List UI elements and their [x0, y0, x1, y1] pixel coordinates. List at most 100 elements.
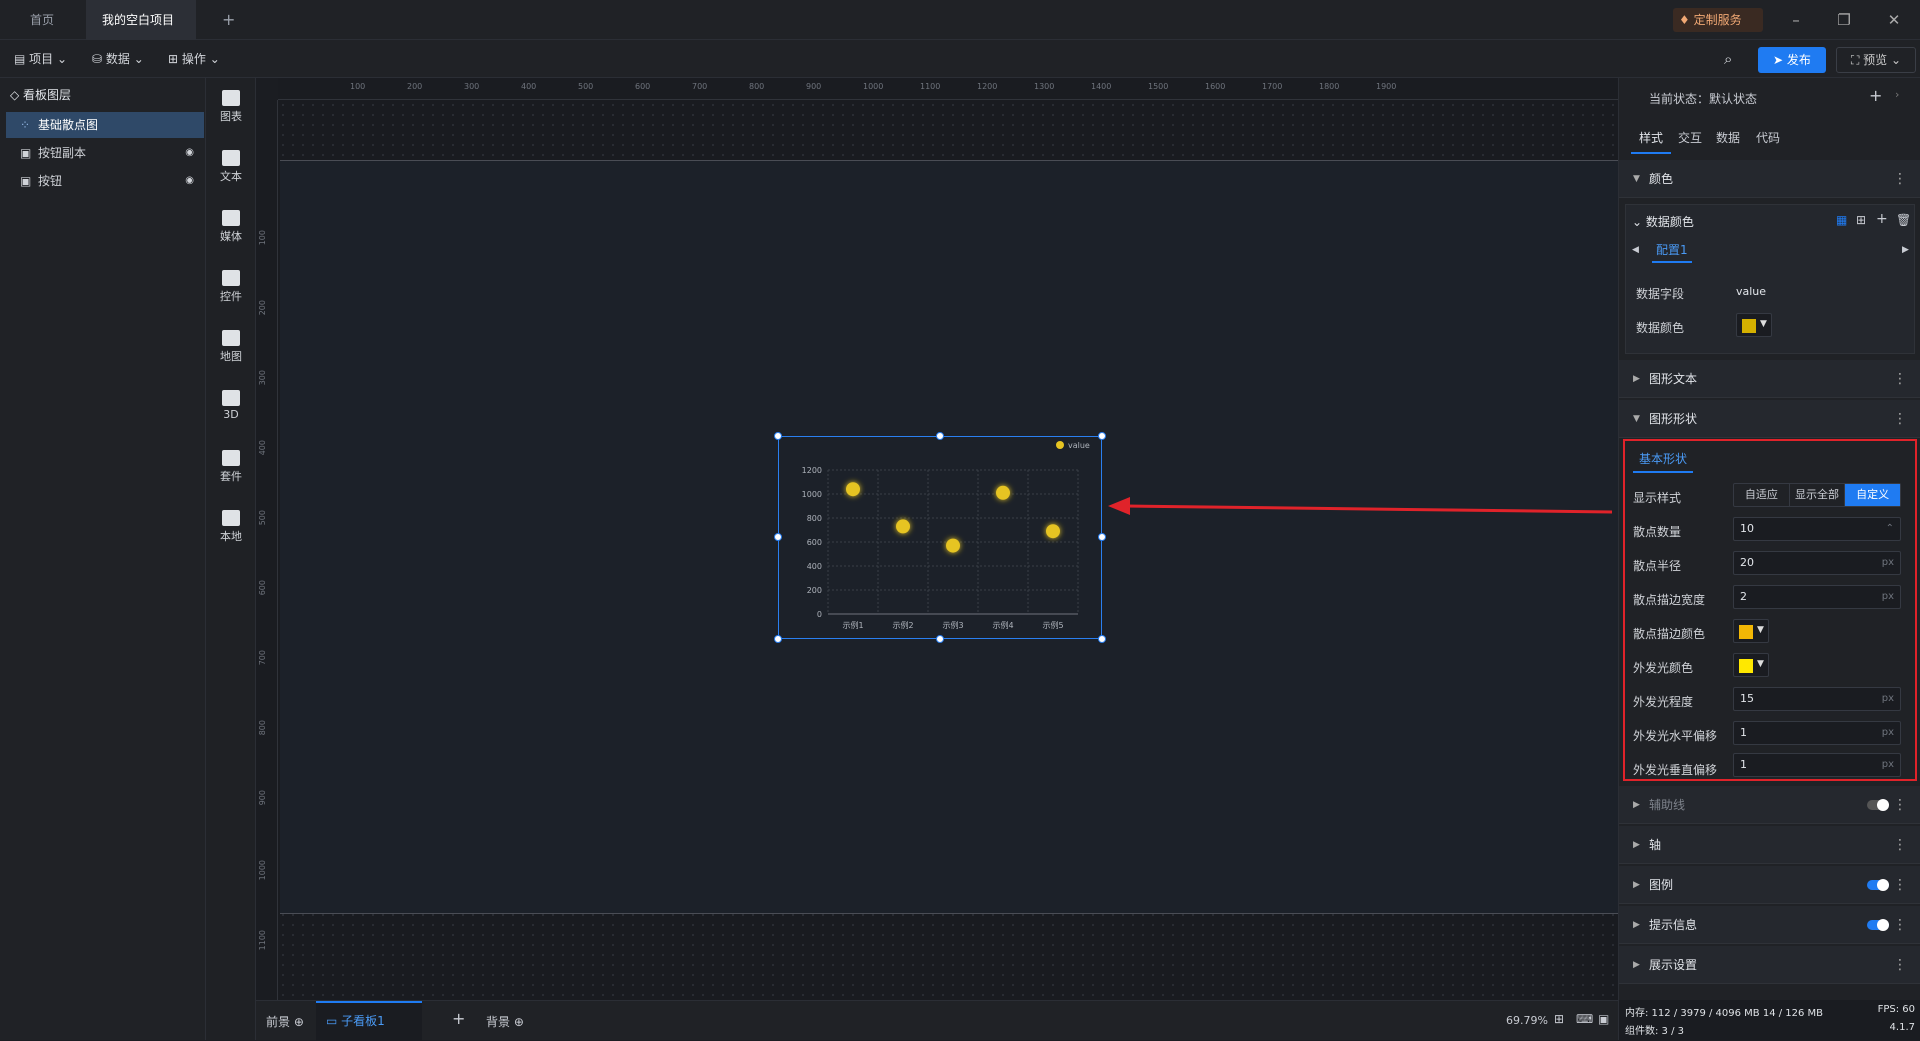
sub-board-tab[interactable]: ▭ 子看板1: [316, 1001, 422, 1041]
layer-item[interactable]: ⁘ 基础散点图: [6, 112, 204, 138]
text-component-button[interactable]: 文本: [206, 150, 256, 184]
section-auxline[interactable]: ▶ 辅助线 ⋮: [1619, 786, 1920, 824]
media-component-button[interactable]: 媒体: [206, 210, 256, 244]
minimize-icon[interactable]: –: [1786, 10, 1806, 30]
section-tooltip[interactable]: ▶ 提示信息 ⋮: [1619, 906, 1920, 944]
tab-code[interactable]: 代码: [1751, 124, 1785, 154]
add-circle-icon[interactable]: ⊕: [514, 1015, 524, 1029]
glow-color-swatch[interactable]: ▼: [1733, 653, 1769, 677]
resize-handle[interactable]: [936, 635, 944, 643]
custom-service-button[interactable]: ♦ 定制服务: [1673, 8, 1763, 32]
tab-home[interactable]: 首页: [14, 0, 70, 40]
legend-toggle[interactable]: [1867, 879, 1889, 891]
new-tab-plus-icon[interactable]: +: [206, 0, 251, 40]
auxline-toggle[interactable]: [1867, 799, 1889, 811]
restore-icon[interactable]: ❐: [1834, 10, 1854, 30]
add-circle-icon[interactable]: ⊕: [294, 1015, 304, 1029]
keyboard-icon[interactable]: ⌨: [1576, 1012, 1593, 1026]
count-value: 10: [1740, 522, 1754, 535]
chevron-right-icon[interactable]: ›: [1895, 88, 1899, 101]
tab-style[interactable]: 样式: [1631, 124, 1671, 154]
option-custom[interactable]: 自定义: [1845, 484, 1901, 506]
data-color-header[interactable]: ⌄ 数据颜色: [1632, 213, 1694, 230]
section-display[interactable]: ▶ 展示设置 ⋮: [1619, 946, 1920, 984]
menu-operate[interactable]: ⊞ 操作 ⌄: [168, 49, 220, 69]
section-title: 展示设置: [1649, 958, 1698, 972]
option-show-all[interactable]: 显示全部: [1790, 484, 1846, 506]
section-shape-text[interactable]: ▶ 图形文本 ⋮: [1619, 360, 1920, 398]
basic-shape-tab[interactable]: 基本形状: [1633, 449, 1694, 473]
more-icon[interactable]: ⋮: [1893, 906, 1907, 944]
hidden-eye-icon[interactable]: ◉: [185, 168, 194, 194]
tooltip-toggle[interactable]: [1867, 919, 1889, 931]
more-icon[interactable]: ⋮: [1893, 160, 1907, 198]
3d-component-button[interactable]: 3D: [206, 390, 256, 421]
data-color-swatch[interactable]: ▼: [1736, 313, 1772, 337]
section-legend[interactable]: ▶ 图例 ⋮: [1619, 866, 1920, 904]
resize-handle[interactable]: [774, 533, 782, 541]
fps-status: FPS: 60: [1877, 1004, 1915, 1015]
triangle-down-icon: ▼: [1633, 174, 1640, 184]
glow-level-input[interactable]: 15 px: [1733, 687, 1901, 711]
layout-list-icon[interactable]: ▦: [1836, 213, 1847, 227]
layer-item[interactable]: ▣ 按钮 ◉: [6, 168, 204, 194]
radius-input[interactable]: 20 px: [1733, 551, 1901, 575]
data-field-value[interactable]: value: [1736, 285, 1766, 298]
hidden-eye-icon[interactable]: ◉: [185, 140, 194, 166]
terminal-icon[interactable]: ▣: [1598, 1012, 1609, 1026]
control-component-button[interactable]: 控件: [206, 270, 256, 304]
glow-x-input[interactable]: 1 px: [1733, 721, 1901, 745]
display-style-label: 显示样式: [1633, 491, 1682, 505]
foreground-tab[interactable]: 前景 ⊕: [266, 1013, 304, 1030]
search-icon[interactable]: ⌕: [1724, 49, 1732, 69]
resize-handle[interactable]: [1098, 635, 1106, 643]
arrow-left-icon[interactable]: ◀: [1632, 245, 1639, 255]
glow-y-input[interactable]: 1 px: [1733, 753, 1901, 777]
kit-component-button[interactable]: 套件: [206, 450, 256, 484]
publish-button[interactable]: ➤ 发布: [1758, 47, 1826, 73]
local-component-button[interactable]: 本地: [206, 510, 256, 544]
add-board-icon[interactable]: +: [452, 1009, 465, 1028]
resize-handle[interactable]: [774, 635, 782, 643]
preview-button[interactable]: ⛶ 预览 ⌄: [1836, 47, 1916, 73]
tab-project[interactable]: 我的空白项目: [86, 0, 196, 65]
resize-handle[interactable]: [774, 432, 782, 440]
menu-project[interactable]: ▤ 项目 ⌄: [14, 49, 67, 69]
option-adaptive[interactable]: 自适应: [1734, 484, 1790, 506]
border-width-input[interactable]: 2 px: [1733, 585, 1901, 609]
more-icon[interactable]: ⋮: [1893, 786, 1907, 824]
more-icon[interactable]: ⋮: [1893, 400, 1907, 438]
tab-data[interactable]: 数据: [1711, 124, 1745, 154]
more-icon[interactable]: ⋮: [1893, 946, 1907, 984]
section-color[interactable]: ▼ 颜色 ⋮: [1619, 160, 1920, 198]
menu-data[interactable]: ⛁ 数据 ⌄: [92, 49, 144, 69]
more-icon[interactable]: ⋮: [1893, 360, 1907, 398]
more-icon[interactable]: ⋮: [1893, 826, 1907, 864]
layer-item[interactable]: ▣ 按钮副本 ◉: [6, 140, 204, 166]
resize-handle[interactable]: [936, 432, 944, 440]
close-icon[interactable]: ✕: [1884, 10, 1904, 30]
component-label: 3D: [223, 408, 239, 421]
map-component-button[interactable]: 地图: [206, 330, 256, 364]
arrow-right-icon[interactable]: ▶: [1902, 245, 1909, 255]
section-axis[interactable]: ▶ 轴 ⋮: [1619, 826, 1920, 864]
resize-handle[interactable]: [1098, 533, 1106, 541]
fit-screen-icon[interactable]: ⊞: [1554, 1012, 1564, 1026]
add-icon[interactable]: +: [1876, 211, 1888, 227]
trash-icon[interactable]: 🗑: [1896, 213, 1911, 227]
count-input[interactable]: 10 ⌃: [1733, 517, 1901, 541]
section-shape[interactable]: ▼ 图形形状 ⋮: [1619, 400, 1920, 438]
resize-handle[interactable]: [1098, 432, 1106, 440]
layout-grid-icon[interactable]: ⊞: [1856, 213, 1866, 227]
background-tab[interactable]: 背景 ⊕: [486, 1013, 524, 1030]
stepper-up-icon[interactable]: ⌃: [1886, 518, 1894, 540]
config-tab[interactable]: 配置1: [1652, 241, 1692, 263]
layer-label: 按钮副本: [38, 146, 87, 160]
zoom-level[interactable]: 69.79%: [1506, 1014, 1548, 1027]
add-state-icon[interactable]: +: [1869, 86, 1882, 105]
border-color-swatch[interactable]: ▼: [1733, 619, 1769, 643]
tab-interact[interactable]: 交互: [1673, 124, 1707, 154]
chart-component-button[interactable]: 图表: [206, 90, 256, 124]
color-chip: [1739, 625, 1753, 639]
more-icon[interactable]: ⋮: [1893, 866, 1907, 904]
